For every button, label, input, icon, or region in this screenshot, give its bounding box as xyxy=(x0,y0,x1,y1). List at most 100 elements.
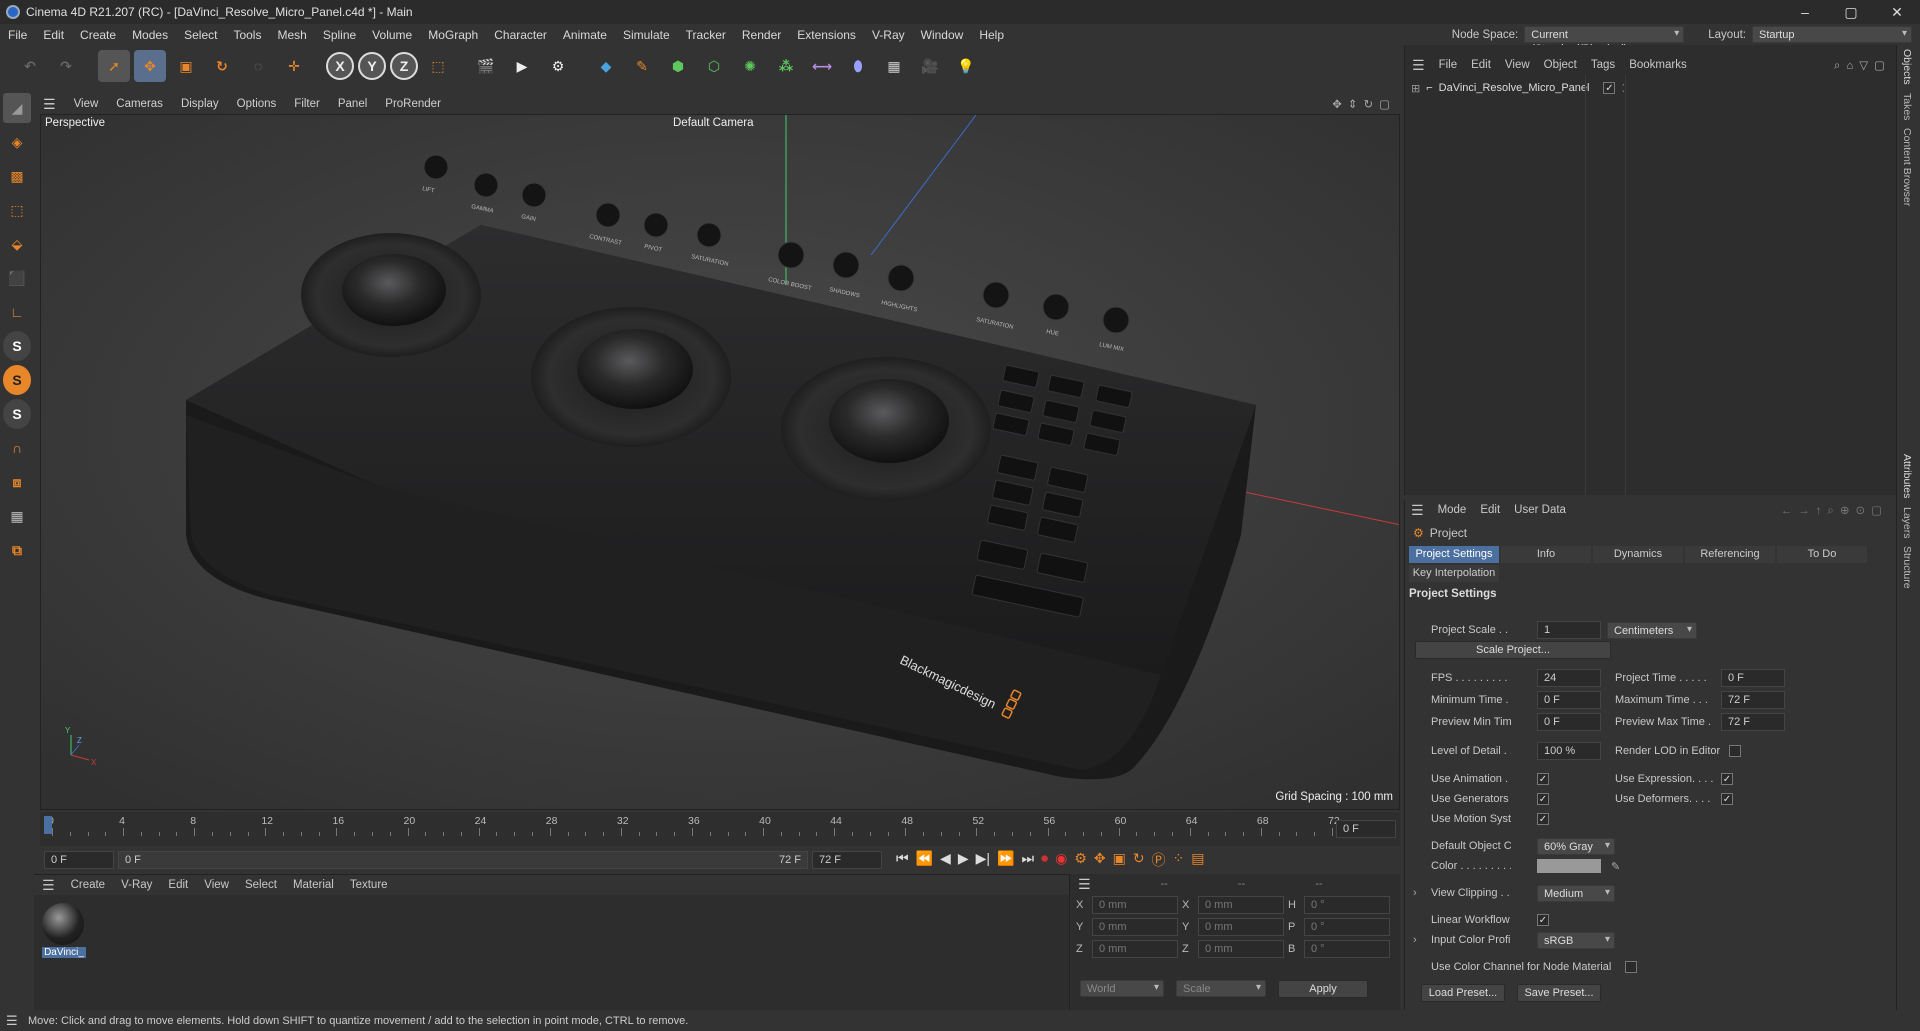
camera-icon[interactable]: 🎥 xyxy=(914,50,946,82)
menu-volume[interactable]: Volume xyxy=(364,28,420,42)
start-frame-field[interactable]: 0 F xyxy=(44,851,114,869)
viewport-menu-icon[interactable]: ☰ xyxy=(34,96,65,113)
object-menu-object[interactable]: Object xyxy=(1537,59,1584,71)
use-generators-checkbox[interactable]: ✓ xyxy=(1537,793,1549,805)
maximize-button[interactable]: ▢ xyxy=(1828,0,1874,24)
close-button[interactable]: ✕ xyxy=(1874,0,1920,24)
menu-mograph[interactable]: MoGraph xyxy=(420,28,486,42)
goto-end-icon[interactable]: ⏭ xyxy=(1021,850,1034,870)
object-menu-bookmarks[interactable]: Bookmarks xyxy=(1622,59,1694,71)
autokey-icon[interactable]: ◉ xyxy=(1055,850,1067,870)
menu-help[interactable]: Help xyxy=(971,28,1012,42)
texture-mode-icon[interactable]: ▩ xyxy=(3,161,31,191)
material-menu-material[interactable]: Material xyxy=(285,879,342,891)
next-frame-icon[interactable]: ▶| xyxy=(976,850,990,870)
model-mode-icon[interactable]: ◈ xyxy=(3,127,31,157)
viewport-camera-label[interactable]: Default Camera xyxy=(673,117,754,129)
object-menu-file[interactable]: File xyxy=(1432,59,1465,71)
z-axis-lock-icon[interactable]: Z xyxy=(390,52,418,80)
extrude-generator-icon[interactable]: ⬡ xyxy=(698,50,730,82)
input-color-expand-icon[interactable]: › xyxy=(1413,934,1417,946)
redo-icon[interactable]: ↷ xyxy=(50,50,82,82)
material-menu-texture[interactable]: Texture xyxy=(342,879,396,891)
preview-range-slider[interactable]: 0 F 72 F xyxy=(118,851,808,869)
key-rotation-icon[interactable]: ↻ xyxy=(1133,850,1145,870)
menu-edit[interactable]: Edit xyxy=(35,28,72,42)
load-preset-button[interactable]: Load Preset... xyxy=(1421,984,1505,1002)
menu-modes[interactable]: Modes xyxy=(124,28,176,42)
cloner-icon[interactable]: ✺ xyxy=(734,50,766,82)
tab-objects[interactable]: Objects xyxy=(1901,45,1913,89)
project-scale-field[interactable]: 1 xyxy=(1537,621,1601,639)
object-name[interactable]: DaVinci_Resolve_Micro_Panel xyxy=(1439,82,1590,94)
min-time-field[interactable]: 0 F xyxy=(1537,691,1601,709)
material-menu-vray[interactable]: V-Ray xyxy=(113,879,160,891)
scale-project-button[interactable]: Scale Project... xyxy=(1415,641,1611,659)
workplane-icon[interactable]: ⧈ xyxy=(3,467,31,497)
material-swatch[interactable]: DaVinci_ xyxy=(42,903,86,958)
viewport-menu-prorender[interactable]: ProRender xyxy=(376,98,450,110)
project-time-field[interactable]: 0 F xyxy=(1721,669,1785,687)
axis-mode-icon[interactable]: ∟ xyxy=(3,297,31,327)
tab-to-do[interactable]: To Do xyxy=(1777,546,1867,563)
status-menu-icon[interactable]: ☰ xyxy=(6,1013,18,1029)
goto-start-icon[interactable]: ⏮ xyxy=(896,850,909,870)
attr-menu-edit[interactable]: Edit xyxy=(1480,504,1500,516)
snap-icon[interactable]: ∩ xyxy=(3,433,31,463)
viewport-menu-filter[interactable]: Filter xyxy=(285,98,329,110)
material-menu-view[interactable]: View xyxy=(196,879,237,891)
pen-spline-icon[interactable]: ✎ xyxy=(626,50,658,82)
object-visibility-check[interactable]: ✓ xyxy=(1603,82,1616,94)
edges-mode-icon[interactable]: ⬙ xyxy=(3,229,31,259)
coords-value-field[interactable]: 0 mm xyxy=(1092,940,1178,958)
menu-vray[interactable]: V-Ray xyxy=(864,28,913,42)
attr-menu-mode[interactable]: Mode xyxy=(1438,504,1467,516)
coords-world-dropdown[interactable]: World xyxy=(1080,980,1164,997)
current-frame-field[interactable]: 0 F xyxy=(1336,820,1396,838)
viewport-menu-view[interactable]: View xyxy=(65,98,108,110)
solo-single-icon[interactable]: S xyxy=(3,365,31,395)
viewport-menu-cameras[interactable]: Cameras xyxy=(107,98,172,110)
material-menu-edit[interactable]: Edit xyxy=(160,879,196,891)
coords-value-field[interactable]: 0 ° xyxy=(1304,918,1390,936)
viewport-menu-display[interactable]: Display xyxy=(172,98,228,110)
locked-workplane-icon[interactable]: ⧉ xyxy=(3,535,31,565)
render-lod-checkbox[interactable] xyxy=(1729,745,1741,757)
lod-field[interactable]: 100 % xyxy=(1537,742,1601,760)
render-settings-icon[interactable]: ⚙ xyxy=(542,50,574,82)
default-color-dropdown[interactable]: 60% Gray xyxy=(1537,837,1615,855)
node-space-dropdown[interactable]: Current (Standard/Physical) xyxy=(1524,26,1685,55)
attr-nav-icons[interactable]: ←→↑⌕⊕⊙▢ xyxy=(1781,503,1888,518)
use-animation-checkbox[interactable]: ✓ xyxy=(1537,773,1549,785)
solo-off-icon[interactable]: S xyxy=(3,331,31,361)
view-clipping-expand-icon[interactable]: › xyxy=(1413,887,1417,899)
layout-dropdown[interactable]: Startup xyxy=(1752,26,1912,43)
coords-value-field[interactable]: 0 mm xyxy=(1092,918,1178,936)
tab-dynamics[interactable]: Dynamics xyxy=(1593,546,1683,563)
preview-max-field[interactable]: 72 F xyxy=(1721,713,1785,731)
tab-layers[interactable]: Layers xyxy=(1901,503,1913,543)
menu-animate[interactable]: Animate xyxy=(555,28,615,42)
select-tool-icon[interactable]: ➚ xyxy=(98,50,130,82)
tab-key-interpolation[interactable]: Key Interpolation xyxy=(1409,565,1499,582)
recent-tools-icon[interactable]: ◌ xyxy=(242,50,274,82)
render-picture-viewer-icon[interactable]: ▶ xyxy=(506,50,538,82)
minimize-button[interactable]: – xyxy=(1782,0,1828,24)
object-menu-view[interactable]: View xyxy=(1498,59,1537,71)
tab-structure[interactable]: Structure xyxy=(1901,542,1913,593)
menu-spline[interactable]: Spline xyxy=(315,28,364,42)
menu-create[interactable]: Create xyxy=(72,28,124,42)
object-menu-icon[interactable]: ☰ xyxy=(1405,57,1432,74)
view-clipping-dropdown[interactable]: Medium xyxy=(1537,884,1615,902)
prev-key-icon[interactable]: ⏪ xyxy=(916,850,933,870)
menu-extensions[interactable]: Extensions xyxy=(789,28,864,42)
material-menu-icon[interactable]: ☰ xyxy=(34,877,63,894)
subdivision-icon[interactable]: ⬢ xyxy=(662,50,694,82)
use-deformers-checkbox[interactable]: ✓ xyxy=(1721,793,1733,805)
prev-frame-icon[interactable]: ◀ xyxy=(940,850,951,870)
x-axis-lock-icon[interactable]: X xyxy=(326,52,354,80)
timeline-window-icon[interactable]: ▤ xyxy=(1191,850,1204,870)
preview-min-field[interactable]: 0 F xyxy=(1537,713,1601,731)
menu-select[interactable]: Select xyxy=(176,28,225,42)
undo-icon[interactable]: ↶ xyxy=(14,50,46,82)
